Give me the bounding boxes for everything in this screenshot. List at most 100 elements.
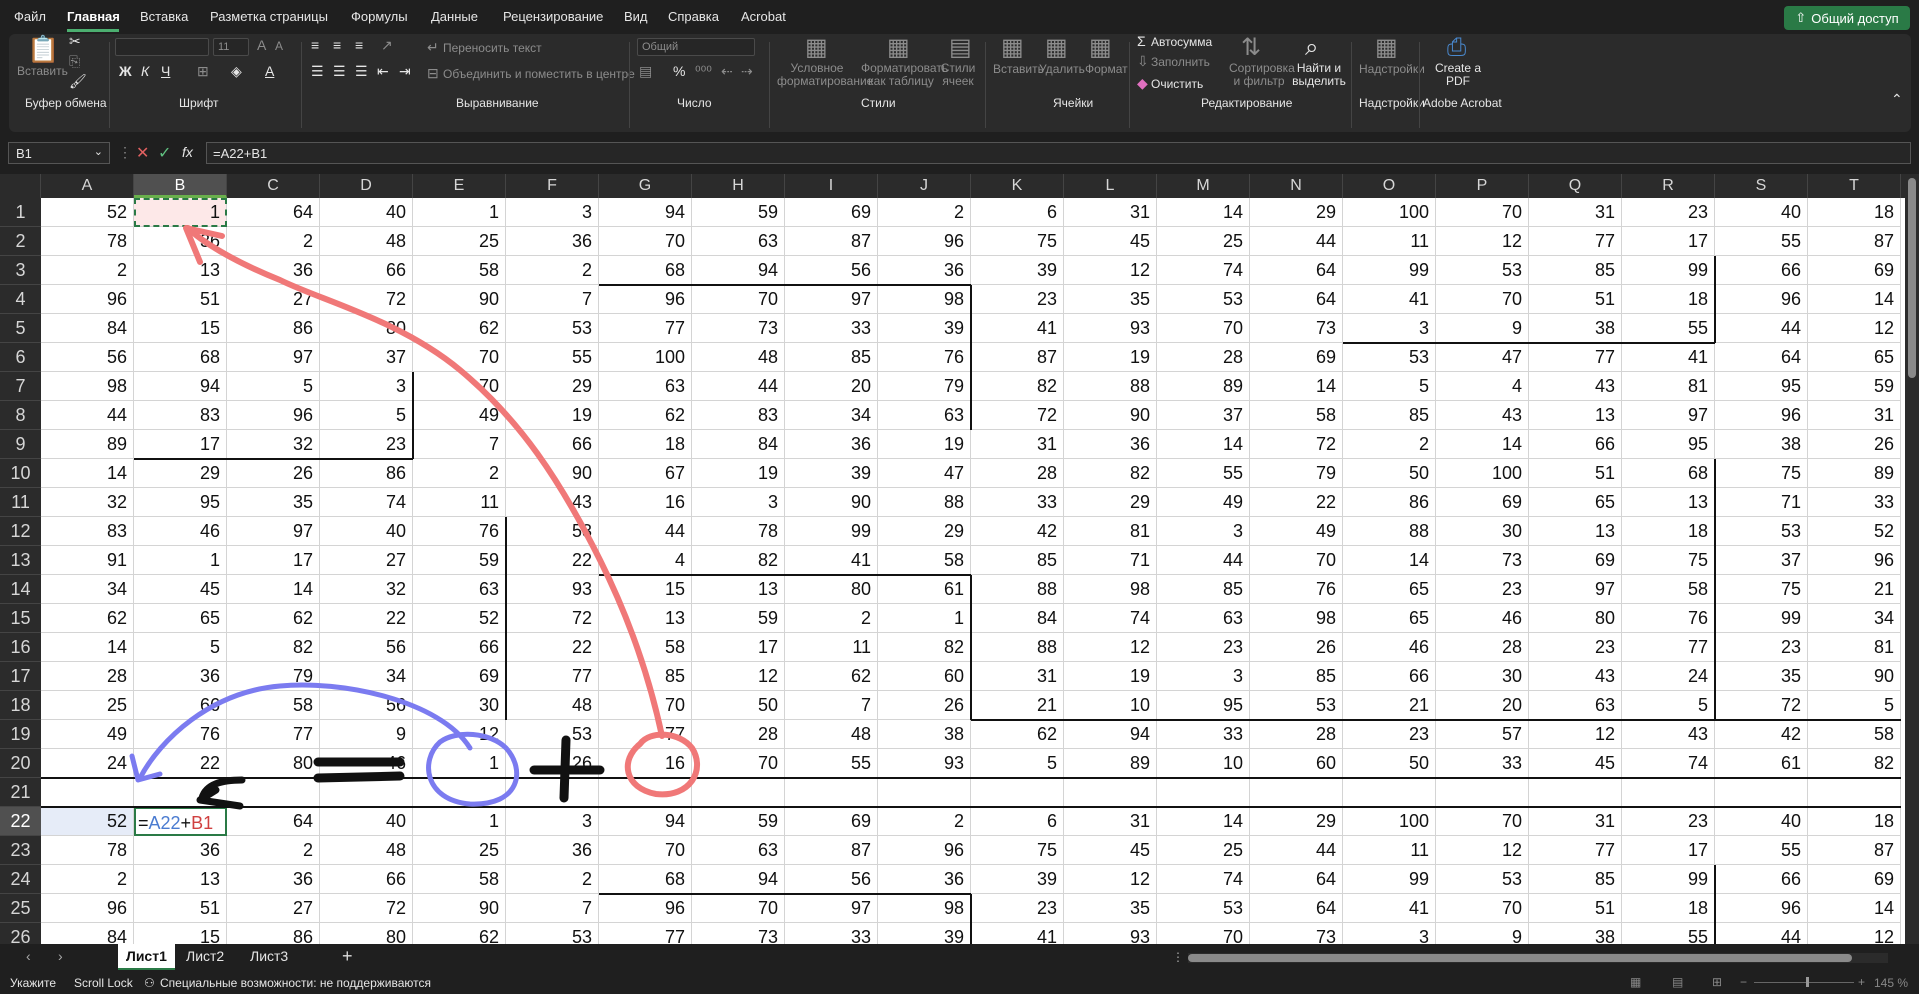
cell-Q23[interactable]: 77 (1529, 836, 1622, 865)
collapse-ribbon-icon[interactable]: ⌃ (1891, 92, 1903, 106)
cell-F7[interactable]: 29 (506, 372, 599, 401)
cell-I23[interactable]: 87 (785, 836, 878, 865)
cell-N13[interactable]: 70 (1250, 546, 1343, 575)
cell-R17[interactable]: 24 (1622, 662, 1715, 691)
column-header-K[interactable]: K (971, 174, 1064, 198)
cell-F20[interactable]: 26 (506, 749, 599, 778)
cell-F1[interactable]: 3 (506, 198, 599, 227)
cell-J2[interactable]: 96 (878, 227, 971, 256)
cell-M20[interactable]: 10 (1157, 749, 1250, 778)
autosum-button[interactable]: Автосумма (1151, 35, 1212, 49)
column-header-T[interactable]: T (1808, 174, 1901, 198)
cell-T5[interactable]: 12 (1808, 314, 1901, 343)
row-header-3[interactable]: 3 (0, 256, 41, 285)
cell-P5[interactable]: 9 (1436, 314, 1529, 343)
menu-item-9[interactable]: Acrobat (741, 9, 786, 24)
cell-O23[interactable]: 11 (1343, 836, 1436, 865)
cell-E11[interactable]: 11 (413, 488, 506, 517)
cell-Q21[interactable] (1529, 778, 1622, 807)
cell-M14[interactable]: 85 (1157, 575, 1250, 604)
orientation-icon[interactable]: ↗ (381, 38, 393, 52)
cell-E2[interactable]: 25 (413, 227, 506, 256)
cell-N24[interactable]: 64 (1250, 865, 1343, 894)
increase-font-icon[interactable]: A (257, 38, 266, 52)
cell-G3[interactable]: 68 (599, 256, 692, 285)
increase-indent-icon[interactable]: ⇥ (399, 64, 411, 78)
cell-J19[interactable]: 38 (878, 720, 971, 749)
cell-R25[interactable]: 18 (1622, 894, 1715, 923)
zoom-level[interactable]: 145 % (1874, 976, 1908, 990)
cell-O1[interactable]: 100 (1343, 198, 1436, 227)
cell-Q16[interactable]: 23 (1529, 633, 1622, 662)
cell-T23[interactable]: 87 (1808, 836, 1901, 865)
column-header-C[interactable]: C (227, 174, 320, 198)
cell-F13[interactable]: 22 (506, 546, 599, 575)
row-header-13[interactable]: 13 (0, 546, 41, 575)
cell-S13[interactable]: 37 (1715, 546, 1808, 575)
cell-styles-icon[interactable]: ▤ (949, 36, 972, 60)
add-sheet-icon[interactable]: + (342, 946, 353, 967)
hscroll-options-icon[interactable]: ⋮ (1172, 950, 1184, 964)
cell-Q8[interactable]: 13 (1529, 401, 1622, 430)
cell-S2[interactable]: 55 (1715, 227, 1808, 256)
column-header-O[interactable]: O (1343, 174, 1436, 198)
cell-E1[interactable]: 1 (413, 198, 506, 227)
cell-K24[interactable]: 39 (971, 865, 1064, 894)
cell-J1[interactable]: 2 (878, 198, 971, 227)
cell-P13[interactable]: 73 (1436, 546, 1529, 575)
cell-J14[interactable]: 61 (878, 575, 971, 604)
cell-B9[interactable]: 17 (134, 430, 227, 459)
cell-S22[interactable]: 40 (1715, 807, 1808, 836)
cell-I3[interactable]: 56 (785, 256, 878, 285)
cell-T9[interactable]: 26 (1808, 430, 1901, 459)
cell-M9[interactable]: 14 (1157, 430, 1250, 459)
cell-P11[interactable]: 69 (1436, 488, 1529, 517)
decrease-font-icon[interactable]: A (275, 40, 283, 52)
cell-T19[interactable]: 58 (1808, 720, 1901, 749)
cell-N22[interactable]: 29 (1250, 807, 1343, 836)
cell-A23[interactable]: 78 (41, 836, 134, 865)
cell-C9[interactable]: 32 (227, 430, 320, 459)
cell-D25[interactable]: 72 (320, 894, 413, 923)
cell-B23[interactable]: 36 (134, 836, 227, 865)
cell-I8[interactable]: 34 (785, 401, 878, 430)
cell-F17[interactable]: 77 (506, 662, 599, 691)
cell-B17[interactable]: 36 (134, 662, 227, 691)
column-header-J[interactable]: J (878, 174, 971, 198)
cell-B20[interactable]: 22 (134, 749, 227, 778)
cell-P7[interactable]: 4 (1436, 372, 1529, 401)
cell-L13[interactable]: 71 (1064, 546, 1157, 575)
cell-T6[interactable]: 65 (1808, 343, 1901, 372)
cell-C4[interactable]: 27 (227, 285, 320, 314)
cell-E10[interactable]: 2 (413, 459, 506, 488)
cell-F19[interactable]: 53 (506, 720, 599, 749)
column-header-I[interactable]: I (785, 174, 878, 198)
cell-F15[interactable]: 72 (506, 604, 599, 633)
cell-G17[interactable]: 85 (599, 662, 692, 691)
cell-N26[interactable]: 73 (1250, 923, 1343, 944)
cell-A11[interactable]: 32 (41, 488, 134, 517)
cell-K20[interactable]: 5 (971, 749, 1064, 778)
cell-L15[interactable]: 74 (1064, 604, 1157, 633)
cell-M19[interactable]: 33 (1157, 720, 1250, 749)
cell-K3[interactable]: 39 (971, 256, 1064, 285)
cell-F12[interactable]: 53 (506, 517, 599, 546)
column-header-R[interactable]: R (1622, 174, 1715, 198)
cell-H1[interactable]: 59 (692, 198, 785, 227)
column-header-Q[interactable]: Q (1529, 174, 1622, 198)
format-cells-icon[interactable]: ▦ (1089, 36, 1112, 60)
cell-C21[interactable] (227, 778, 320, 807)
cell-P23[interactable]: 12 (1436, 836, 1529, 865)
cell-B6[interactable]: 68 (134, 343, 227, 372)
column-header-A[interactable]: A (41, 174, 134, 198)
cell-E4[interactable]: 90 (413, 285, 506, 314)
cell-O24[interactable]: 99 (1343, 865, 1436, 894)
normal-view-icon[interactable]: ▦ (1630, 975, 1641, 989)
column-header-M[interactable]: M (1157, 174, 1250, 198)
cell-M10[interactable]: 55 (1157, 459, 1250, 488)
insert-cells-icon[interactable]: ▦ (1001, 36, 1024, 60)
cell-M1[interactable]: 14 (1157, 198, 1250, 227)
cell-C24[interactable]: 36 (227, 865, 320, 894)
cell-A21[interactable] (41, 778, 134, 807)
cell-T21[interactable] (1808, 778, 1901, 807)
